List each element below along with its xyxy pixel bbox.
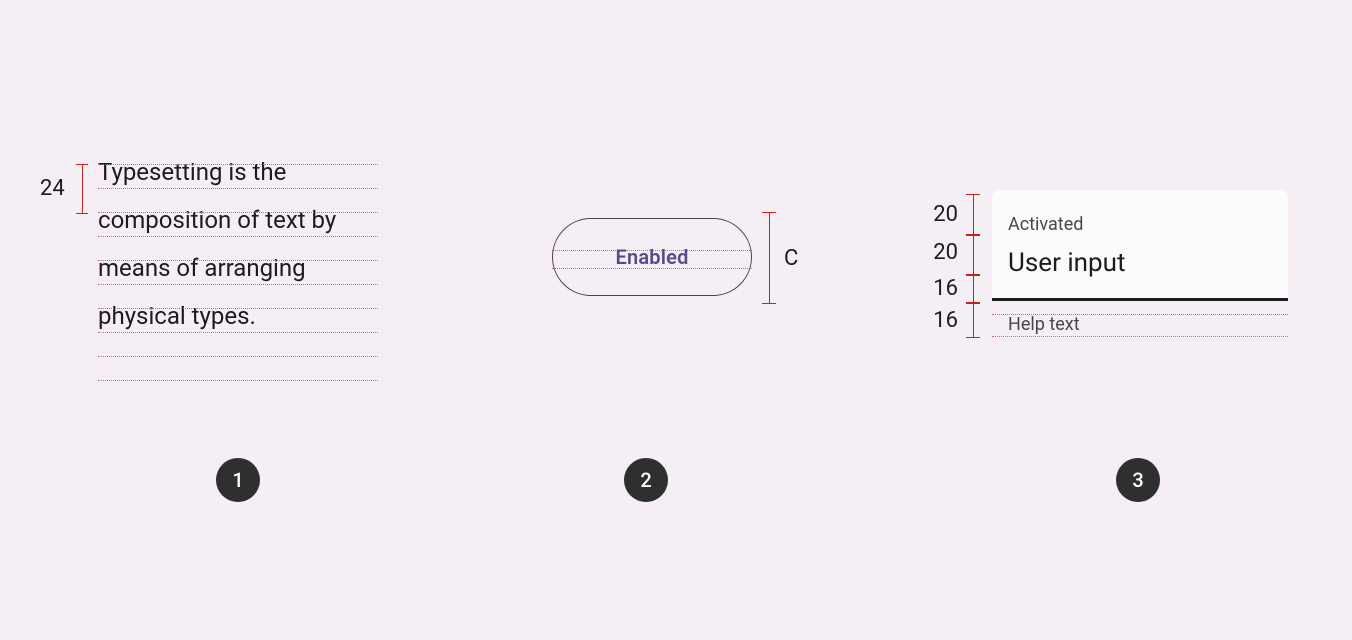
button-height-measure-bar (762, 212, 776, 304)
text-field-help-text: Help text (1008, 314, 1080, 335)
outlined-button[interactable]: Enabled (552, 218, 752, 296)
example-badge-1: 1 (216, 458, 260, 502)
spec-value-3: 16 (918, 276, 958, 301)
spec-value-4: 16 (918, 308, 958, 333)
example-badge-2: 2 (624, 458, 668, 502)
line-height-measure-bar (76, 164, 88, 214)
button-height-value: C (784, 246, 798, 271)
sample-paragraph: Typesetting is the composition of text b… (98, 148, 398, 340)
spec-value-2: 20 (918, 240, 958, 265)
typography-line-height-example: 24 Typesetting is the composition of tex… (98, 148, 398, 340)
button-height-example: Enabled C (552, 218, 812, 298)
text-field-container[interactable] (992, 190, 1288, 298)
example-badge-3: 3 (1116, 458, 1160, 502)
text-field-underline (992, 298, 1288, 301)
text-field-label: Activated (1008, 214, 1083, 235)
text-field-value: User input (1008, 248, 1125, 278)
button-label: Enabled (615, 245, 688, 269)
spec-value-1: 20 (918, 202, 958, 227)
line-height-value: 24 (40, 176, 65, 201)
